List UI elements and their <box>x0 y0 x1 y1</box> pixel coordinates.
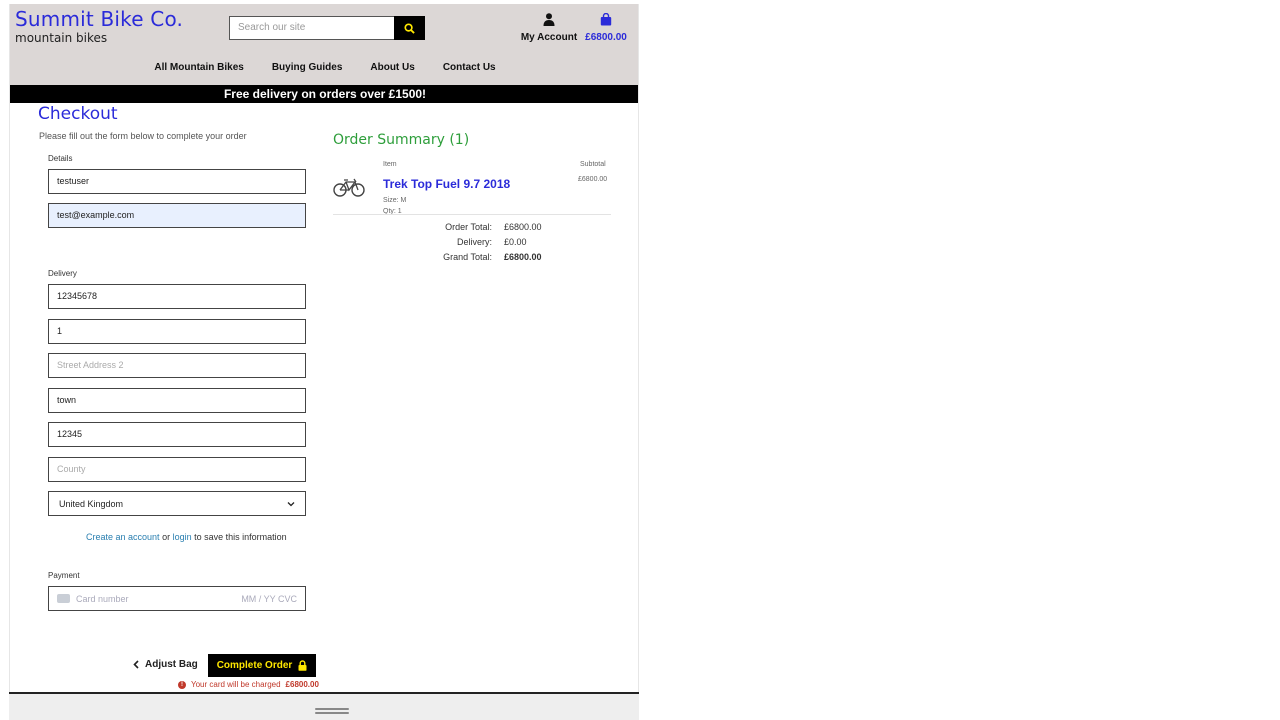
bag-link[interactable]: £6800.00 <box>583 12 629 43</box>
phone-field[interactable]: 12345678 <box>48 284 306 309</box>
shopping-bag-icon <box>600 12 612 26</box>
county-field[interactable]: County <box>48 457 306 482</box>
chevron-down-icon <box>287 501 295 506</box>
street-address-2-field[interactable]: Street Address 2 <box>48 353 306 378</box>
complete-order-label: Complete Order <box>216 660 293 671</box>
card-number-placeholder: Card number <box>76 593 129 604</box>
nav-buying-guides[interactable]: Buying Guides <box>258 57 357 85</box>
save-info-text: Create an account or login to save this … <box>86 532 287 542</box>
grand-total-value: £6800.00 <box>504 252 542 262</box>
column-header-subtotal: Subtotal <box>580 161 606 168</box>
nav-about-us[interactable]: About Us <box>356 57 428 85</box>
payment-legend: Payment <box>48 571 80 580</box>
column-header-item: Item <box>383 161 397 168</box>
grand-total-row: Grand Total: £6800.00 <box>390 252 620 262</box>
order-total-row: Order Total: £6800.00 <box>390 222 620 232</box>
adjust-bag-button[interactable]: Adjust Bag <box>133 659 198 670</box>
postcode-field[interactable]: 12345 <box>48 422 306 447</box>
street-address-1-field[interactable]: 1 <box>48 319 306 344</box>
nav-all-mountain-bikes[interactable]: All Mountain Bikes <box>140 57 257 85</box>
bike-product-image[interactable] <box>333 176 365 198</box>
page-frame: Summit Bike Co. mountain bikes Search ou… <box>9 4 639 720</box>
search-input[interactable]: Search our site <box>229 16 395 40</box>
credit-card-icon <box>57 594 70 603</box>
promo-banner: Free delivery on orders over £1500! <box>10 85 638 103</box>
account-link[interactable]: My Account <box>520 13 578 43</box>
charge-amount: £6800.00 <box>285 680 319 689</box>
order-total-value: £6800.00 <box>504 222 542 232</box>
summary-divider <box>333 214 611 215</box>
save-info-or: or <box>162 532 171 542</box>
product-size: Size: M <box>383 197 407 204</box>
charge-notice-text: Your card will be charged <box>191 680 281 689</box>
brand-subtitle: mountain bikes <box>15 31 108 45</box>
bottom-bar <box>9 692 639 720</box>
charge-notice: ! Your card will be charged £6800.00 <box>178 680 319 689</box>
details-legend: Details <box>48 154 73 163</box>
grand-total-label: Grand Total: <box>443 252 492 262</box>
order-summary-title: Order Summary (1) <box>333 132 470 148</box>
nav-contact-us[interactable]: Contact Us <box>429 57 510 85</box>
complete-order-button[interactable]: Complete Order <box>208 654 316 677</box>
header: Summit Bike Co. mountain bikes Search ou… <box>10 4 638 57</box>
product-name-link[interactable]: Trek Top Fuel 9.7 2018 <box>383 177 510 191</box>
create-account-link[interactable]: Create an account <box>86 532 160 542</box>
checkout-instructions: Please fill out the form below to comple… <box>39 131 247 141</box>
adjust-bag-label: Adjust Bag <box>145 659 198 670</box>
lock-icon <box>298 660 307 671</box>
card-number-field[interactable]: Card number MM / YY CVC <box>48 586 306 611</box>
login-link[interactable]: login <box>173 532 192 542</box>
country-value: United Kingdom <box>59 498 124 509</box>
email-field[interactable]: test@example.com <box>48 203 306 228</box>
user-icon <box>543 13 555 26</box>
product-subtotal: £6800.00 <box>578 176 608 183</box>
page-title: Checkout <box>38 104 118 124</box>
country-select[interactable]: United Kingdom <box>48 491 306 516</box>
chevron-left-icon <box>133 660 139 669</box>
town-field[interactable]: town <box>48 388 306 413</box>
order-total-label: Order Total: <box>445 222 492 232</box>
delivery-cost-value: £0.00 <box>504 237 527 247</box>
drag-handle-icon[interactable] <box>315 708 349 715</box>
card-expiry-cvc-placeholder: MM / YY CVC <box>241 593 297 604</box>
delivery-row: Delivery: £0.00 <box>390 237 620 247</box>
search-icon <box>404 22 415 34</box>
search-button[interactable] <box>394 16 425 40</box>
alert-icon: ! <box>178 680 186 689</box>
account-label: My Account <box>520 32 578 43</box>
bag-total: £6800.00 <box>585 32 627 43</box>
brand-title[interactable]: Summit Bike Co. <box>15 7 183 31</box>
full-name-field[interactable]: testuser <box>48 169 306 194</box>
save-info-rest: to save this information <box>194 532 287 542</box>
main-nav: All Mountain Bikes Buying Guides About U… <box>10 57 638 85</box>
delivery-legend: Delivery <box>48 269 77 278</box>
delivery-cost-label: Delivery: <box>456 237 492 247</box>
